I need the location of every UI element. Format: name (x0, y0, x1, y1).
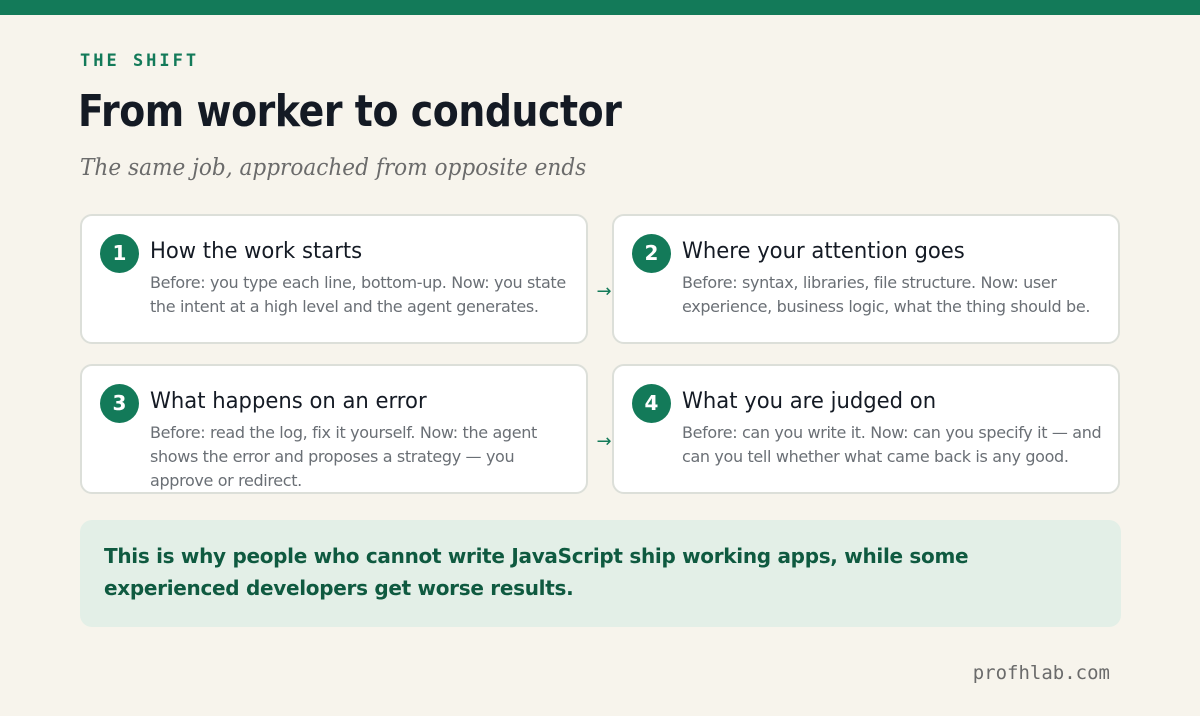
step-card-4: 4 What you are judged on Before: can you… (612, 364, 1120, 494)
step-title: What happens on an error (150, 389, 427, 414)
step-title: How the work starts (150, 239, 363, 264)
step-card-2: 2 Where your attention goes Before: synt… (612, 214, 1120, 344)
step-description: Before: read the log, fix it yourself. N… (150, 423, 537, 490)
page-subtitle: The same job, approached from opposite e… (80, 155, 587, 181)
step-description: Before: syntax, libraries, file structur… (682, 273, 1091, 316)
step-title: Where your attention goes (682, 239, 965, 264)
footer-site-link[interactable]: profhlab.com (973, 662, 1110, 684)
callout-text: This is why people who cannot write Java… (104, 544, 969, 600)
page-title: From worker to conductor (78, 86, 622, 137)
step-number-badge: 1 (100, 234, 139, 273)
step-description: Before: can you write it. Now: can you s… (682, 423, 1102, 466)
step-card-3: 3 What happens on an error Before: read … (80, 364, 588, 494)
callout-box: This is why people who cannot write Java… (80, 520, 1121, 627)
step-number-badge: 3 (100, 384, 139, 423)
step-description: Before: you type each line, bottom-up. N… (150, 273, 566, 316)
top-accent-bar (0, 0, 1200, 15)
step-number-badge: 2 (632, 234, 671, 273)
step-title: What you are judged on (682, 389, 937, 414)
step-number-badge: 4 (632, 384, 671, 423)
step-card-1: 1 How the work starts Before: you type e… (80, 214, 588, 344)
eyebrow-label: THE SHIFT (80, 51, 200, 71)
